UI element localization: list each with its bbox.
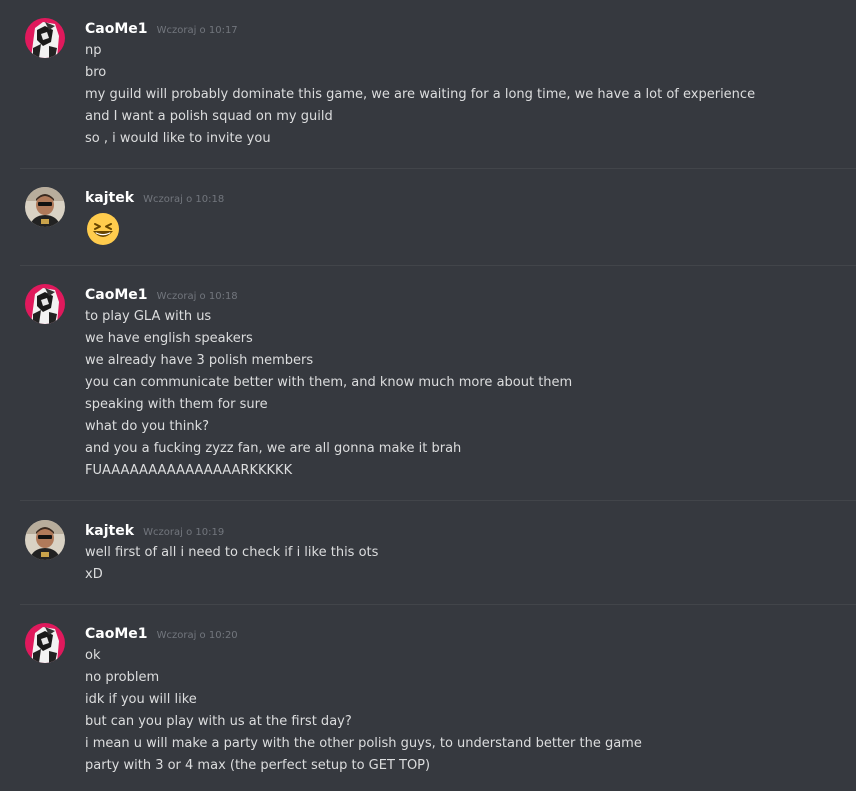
username[interactable]: kajtek xyxy=(85,523,134,539)
timestamp: Wczoraj o 10:20 xyxy=(156,630,238,641)
message-text: and I want a polish squad on my guild xyxy=(85,109,333,124)
message-text: idk if you will like xyxy=(85,692,197,707)
timestamp: Wczoraj o 10:17 xyxy=(156,25,238,36)
message-text: ok xyxy=(85,648,101,663)
message-header: CaoMe1 Wczoraj o 10:17 xyxy=(85,19,238,40)
message-divider xyxy=(20,500,856,501)
message-text: well first of all i need to check if i l… xyxy=(85,545,379,560)
message-text: party with 3 or 4 max (the perfect setup… xyxy=(85,758,431,773)
avatar-kajtek[interactable] xyxy=(25,520,65,560)
username[interactable]: CaoMe1 xyxy=(85,21,148,37)
message-header: kajtek Wczoraj o 10:19 xyxy=(85,521,224,542)
message-lines: ok no problem idk if you will like but c… xyxy=(85,645,642,777)
message-divider xyxy=(20,604,856,605)
message-text: but can you play with us at the first da… xyxy=(85,714,352,729)
message-text: we have english speakers xyxy=(85,331,253,346)
message-text: we already have 3 polish members xyxy=(85,353,314,368)
message-lines: to play GLA with us we have english spea… xyxy=(85,306,572,482)
timestamp: Wczoraj o 10:19 xyxy=(143,527,225,538)
message-text: to play GLA with us xyxy=(85,309,212,324)
message-text: np xyxy=(85,43,102,58)
message-text: my guild will probably dominate this gam… xyxy=(85,87,756,102)
message-divider xyxy=(20,265,856,266)
message-text: bro xyxy=(85,65,107,80)
username[interactable]: CaoMe1 xyxy=(85,626,148,642)
message-header: CaoMe1 Wczoraj o 10:18 xyxy=(85,285,238,306)
message-text: xD xyxy=(85,567,103,582)
grinning-squinting-face-emoji xyxy=(86,212,120,246)
message-header: CaoMe1 Wczoraj o 10:20 xyxy=(85,624,238,645)
message-text: FUAAAAAAAAAAAAAAARKKKKK xyxy=(85,463,293,478)
timestamp: Wczoraj o 10:18 xyxy=(143,194,225,205)
message-text: you can communicate better with them, an… xyxy=(85,375,573,390)
message-text: no problem xyxy=(85,670,160,685)
avatar-kajtek[interactable] xyxy=(25,187,65,227)
message-lines: well first of all i need to check if i l… xyxy=(85,542,378,586)
message-text: so , i would like to invite you xyxy=(85,131,271,146)
message-text: what do you think? xyxy=(85,419,210,434)
message-text: i mean u will make a party with the othe… xyxy=(85,736,642,751)
avatar-caome1[interactable] xyxy=(25,623,65,663)
message-header: kajtek Wczoraj o 10:18 xyxy=(85,188,224,209)
message-text: speaking with them for sure xyxy=(85,397,268,412)
username[interactable]: kajtek xyxy=(85,190,134,206)
username[interactable]: CaoMe1 xyxy=(85,287,148,303)
avatar-caome1[interactable] xyxy=(25,18,65,58)
message-divider xyxy=(20,168,856,169)
message-lines: np bro my guild will probably dominate t… xyxy=(85,40,755,150)
chat-message-list: CaoMe1 Wczoraj o 10:17 np bro my guild w… xyxy=(0,0,856,791)
timestamp: Wczoraj o 10:18 xyxy=(156,291,238,302)
message-text: and you a fucking zyzz fan, we are all g… xyxy=(85,441,462,456)
avatar-caome1[interactable] xyxy=(25,284,65,324)
